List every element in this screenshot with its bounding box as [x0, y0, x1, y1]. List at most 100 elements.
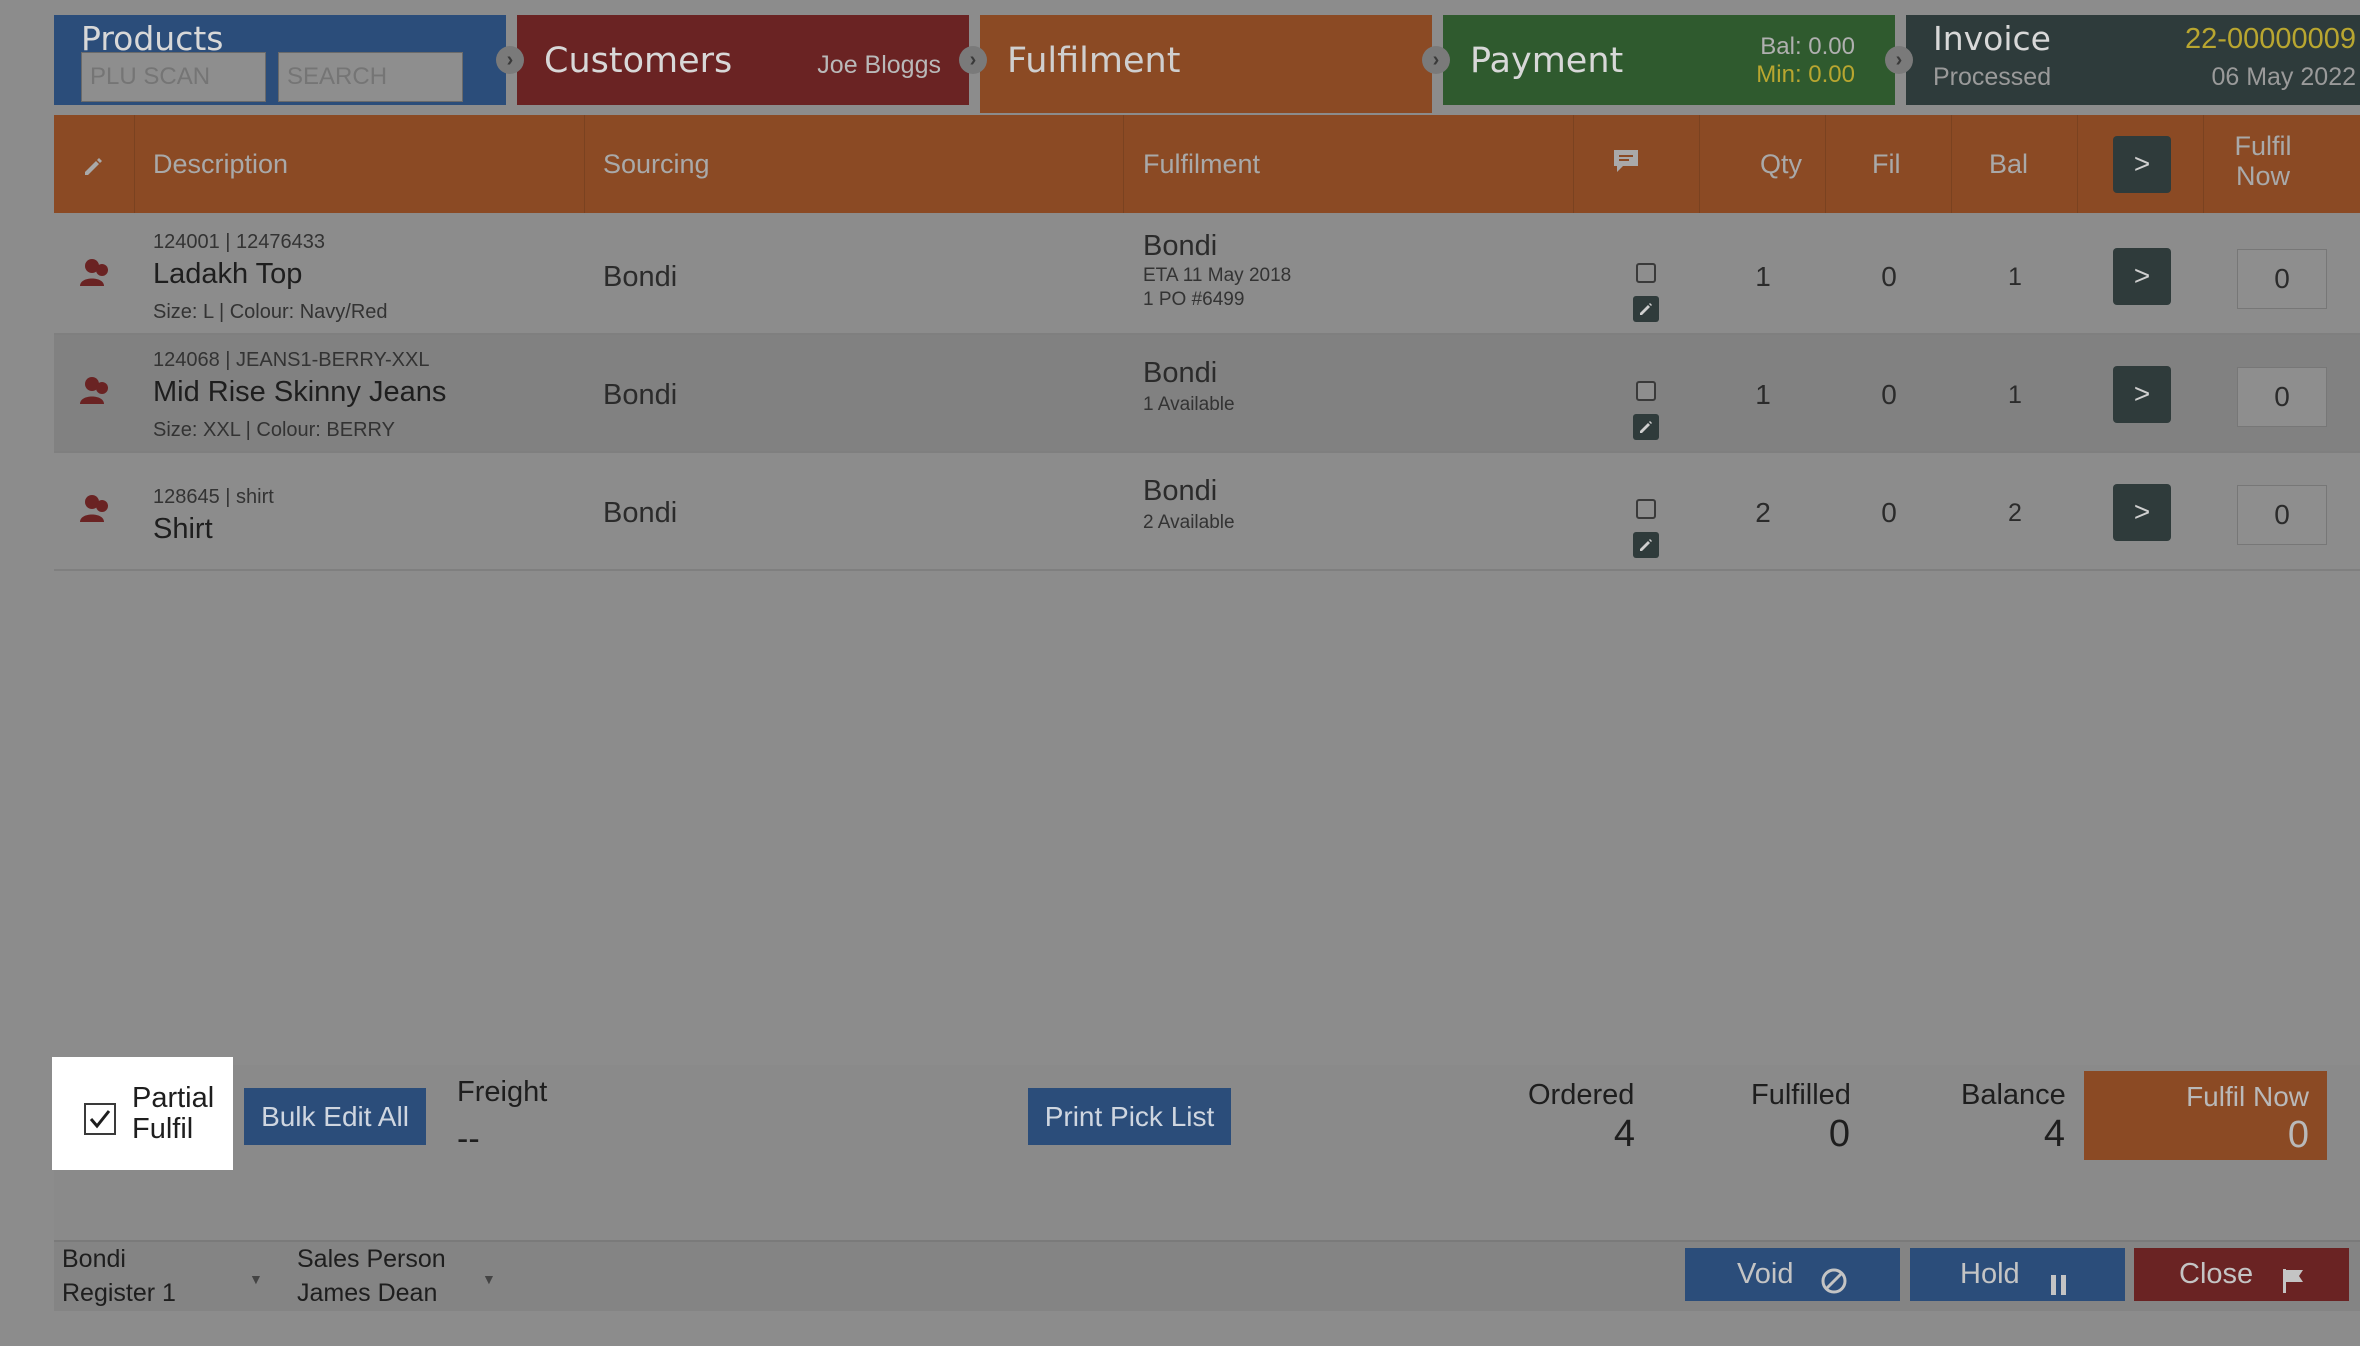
partial-fulfil-checkbox[interactable]	[84, 1103, 116, 1135]
tab-invoice-title: Invoice	[1933, 19, 2051, 58]
ordered-label: Ordered	[1528, 1079, 1635, 1111]
tab-payment[interactable]: Payment Bal: 0.00 Min: 0.00	[1443, 15, 1895, 105]
store-name: Bondi	[62, 1245, 126, 1273]
row-fulfil-button[interactable]: >	[2113, 484, 2171, 541]
row-product-name: Mid Rise Skinny Jeans	[153, 376, 447, 408]
row-fulfil-now-input[interactable]: 0	[2237, 249, 2327, 309]
header-fil: Fil	[1872, 149, 1901, 179]
tab-products[interactable]: Products	[54, 15, 506, 105]
fulfil-now-total-label: Fulfil Now	[2186, 1081, 2309, 1112]
minimum-value: 0.00	[1808, 61, 1855, 88]
header-description: Description	[153, 149, 289, 179]
tab-customers[interactable]: Customers Joe Bloggs	[517, 15, 969, 105]
freight-value: --	[457, 1120, 480, 1158]
row-product-name: Ladakh Top	[153, 258, 303, 290]
sales-person-label: Sales Person	[297, 1245, 446, 1273]
edit-note-icon[interactable]	[1633, 414, 1659, 440]
invoice-date: 06 May 2022	[2211, 63, 2356, 91]
row-product-name: Shirt	[153, 513, 213, 545]
chevron-right-icon: ›	[959, 46, 987, 74]
row-fulfil-button[interactable]: >	[2113, 366, 2171, 423]
header-fulfilment: Fulfilment	[1143, 149, 1261, 179]
row-sku: 128645 | shirt	[153, 486, 274, 508]
row-fulfil-location: Bondi	[1143, 475, 1218, 507]
caret-down-icon[interactable]: ▼	[249, 1271, 263, 1287]
row-bal: 1	[2008, 381, 2022, 409]
table-row[interactable]: 124068 | JEANS1-BERRY-XXL Mid Rise Skinn…	[54, 335, 2360, 453]
flag-icon	[2279, 1260, 2307, 1313]
row-fulfil-availability: 2 Available	[1143, 512, 1235, 533]
caret-down-icon[interactable]: ▼	[482, 1271, 496, 1287]
row-fil: 0	[1881, 379, 1897, 410]
partial-fulfil-label: Partial Fulfil	[132, 1082, 215, 1145]
row-checkbox[interactable]	[1636, 381, 1656, 401]
row-fulfil-location: Bondi	[1143, 230, 1218, 262]
tab-fulfilment-title: Fulfilment	[1007, 41, 1181, 81]
row-fulfil-button[interactable]: >	[2113, 248, 2171, 305]
close-button[interactable]: Close	[2134, 1248, 2349, 1301]
row-sourcing: Bondi	[603, 379, 678, 411]
row-bal: 1	[2008, 263, 2022, 291]
row-checkbox[interactable]	[1636, 263, 1656, 283]
balance-value: 4	[2043, 1113, 2065, 1155]
row-qty: 2	[1755, 497, 1771, 528]
fulfilment-table-header: Description Sourcing Fulfilment Qty Fil …	[54, 115, 2360, 213]
row-sku: 124001 | 12476433	[153, 231, 326, 253]
step-tabs: Products › Customers Joe Bloggs › Fulfil…	[54, 15, 2360, 113]
chevron-right-icon: ›	[1422, 46, 1450, 74]
fulfil-now-total: Fulfil Now 0	[2084, 1071, 2327, 1160]
row-attributes: Size: L | Colour: Navy/Red	[153, 301, 388, 323]
row-checkbox[interactable]	[1636, 499, 1656, 519]
sales-person-selector[interactable]: Sales Person James Dean	[297, 1242, 446, 1310]
hold-button[interactable]: Hold	[1910, 1248, 2125, 1301]
edit-note-icon[interactable]	[1633, 296, 1659, 322]
close-label: Close	[2179, 1258, 2254, 1290]
void-button[interactable]: Void	[1685, 1248, 1900, 1301]
row-fil: 0	[1881, 261, 1897, 292]
invoice-number: 22-00000009	[2185, 23, 2356, 55]
bulk-edit-all-button[interactable]: Bulk Edit All	[244, 1088, 426, 1145]
payment-minimum: Min: 0.00	[1756, 61, 1855, 89]
tab-fulfilment[interactable]: Fulfilment	[980, 15, 1432, 113]
row-fulfil-availability: 1 Available	[1143, 394, 1235, 415]
pause-icon	[2047, 1262, 2071, 1315]
header-bal: Bal	[1989, 149, 2029, 179]
customer-order-icon	[78, 256, 112, 295]
edit-note-icon[interactable]	[1633, 532, 1659, 558]
header-fulfil-now: Fulfil Now	[2234, 131, 2292, 191]
register-name: Register 1	[62, 1279, 176, 1307]
ban-icon	[1820, 1260, 1848, 1313]
table-row[interactable]: 124001 | 12476433 Ladakh Top Size: L | C…	[54, 217, 2360, 335]
comment-icon	[1611, 147, 1641, 182]
partial-fulfil-toggle[interactable]: Partial Fulfil	[52, 1057, 233, 1170]
product-search-input[interactable]	[278, 52, 463, 102]
customer-order-icon	[78, 492, 112, 531]
hold-label: Hold	[1960, 1258, 2020, 1290]
fulfilled-value: 0	[1828, 1113, 1850, 1155]
row-fulfil-eta: ETA 11 May 2018	[1143, 265, 1292, 286]
tab-invoice[interactable]: Invoice Processed 22-00000009 06 May 202…	[1906, 15, 2360, 105]
row-sourcing: Bondi	[603, 497, 678, 529]
row-fulfil-now-input[interactable]: 0	[2237, 485, 2327, 545]
table-row[interactable]: 128645 | shirt Shirt Bondi Bondi 2 Avail…	[54, 453, 2360, 571]
row-fulfil-location: Bondi	[1143, 357, 1218, 389]
print-pick-list-button[interactable]: Print Pick List	[1028, 1088, 1231, 1145]
register-selector[interactable]: Bondi Register 1	[62, 1242, 176, 1310]
chevron-right-icon: ›	[1885, 46, 1913, 74]
customer-order-icon	[78, 374, 112, 413]
fulfil-now-total-value: 0	[2287, 1114, 2309, 1156]
balance-value: 0.00	[1808, 33, 1855, 60]
row-attributes: Size: XXL | Colour: BERRY	[153, 419, 395, 441]
chevron-right-icon: ›	[496, 46, 524, 74]
tab-customers-title: Customers	[544, 41, 733, 81]
header-sourcing: Sourcing	[603, 149, 710, 179]
row-fulfil-now-input[interactable]: 0	[2237, 367, 2327, 427]
row-qty: 1	[1755, 379, 1771, 410]
customer-name: Joe Bloggs	[817, 51, 941, 79]
fulfil-all-button[interactable]: >	[2113, 136, 2171, 193]
void-label: Void	[1737, 1258, 1794, 1290]
ordered-value: 4	[1613, 1113, 1635, 1155]
invoice-status: Processed	[1933, 63, 2052, 91]
plu-scan-input[interactable]	[81, 52, 266, 102]
fulfilled-label: Fulfilled	[1751, 1079, 1851, 1111]
